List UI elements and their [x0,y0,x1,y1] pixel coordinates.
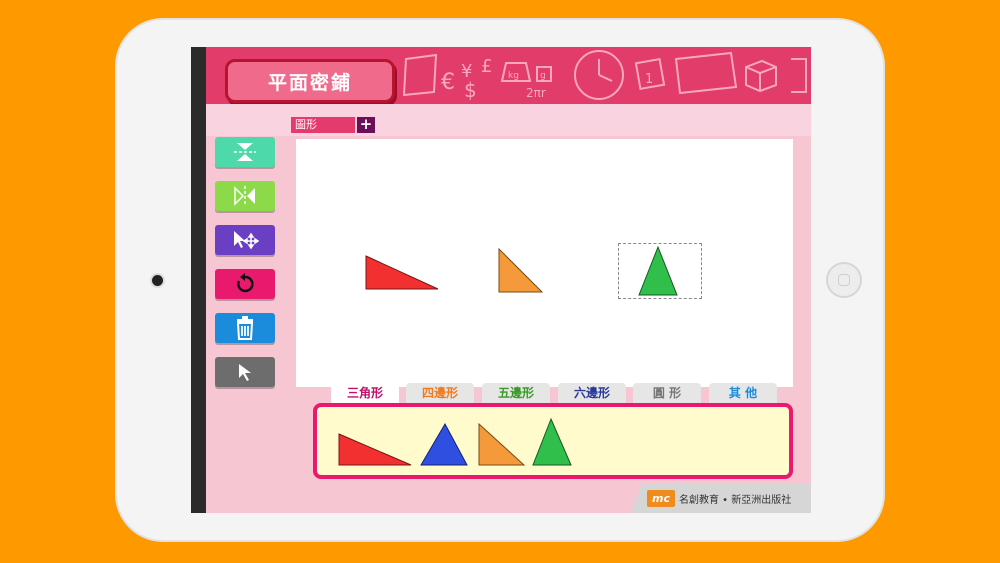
tab-pentagon[interactable]: 五邊形 [482,383,550,403]
palette-blue-triangle[interactable] [420,422,468,466]
trash-icon [236,316,254,340]
cube-icon [745,59,777,93]
g-label: g [540,71,546,81]
add-button[interactable]: + [357,117,375,133]
selection-box[interactable] [618,243,702,299]
tab-other[interactable]: 其 他 [709,383,777,403]
publisher-logo: mc [647,489,675,507]
header-banner: € ¥ $ £ kg g 2πr 1 平面密鋪 [206,47,811,104]
pointer-arrow-icon [239,364,251,381]
publisher-name: 名創教育 • 新亞洲出版社 [679,494,792,506]
shape-palette [313,403,793,479]
move-button[interactable] [215,225,275,255]
delete-button[interactable] [215,313,275,343]
palette-orange-triangle[interactable] [478,422,526,466]
dollar-icon: $ [464,78,477,102]
kg-label: kg [508,71,519,81]
receipt-icon [402,53,438,97]
camera-icon [152,275,163,286]
canvas-orange-triangle[interactable] [498,247,544,293]
flip-vertical-button[interactable] [215,137,275,167]
left-dark-bar [191,47,206,513]
rotate-button[interactable] [215,269,275,299]
palette-shapes [338,417,572,466]
flip-horizontal-icon [234,186,255,206]
pound-icon: £ [481,56,492,77]
home-button[interactable] [826,262,862,298]
palette-red-triangle[interactable] [338,433,412,466]
rotate-icon [237,273,254,293]
tab-circle[interactable]: 圓 形 [633,383,701,403]
tab-quadrilateral[interactable]: 四邊形 [406,383,474,403]
page-title: 平面密鋪 [225,59,395,103]
euro-icon: € [441,70,455,95]
tab-triangle[interactable]: 三角形 [331,383,399,403]
canvas-shapes [365,245,678,296]
drawing-canvas[interactable] [296,139,793,387]
shape-tag[interactable]: 圖形 [291,117,355,133]
app-screen: € ¥ $ £ kg g 2πr 1 平面密鋪 圖形 + 三角形 四邊形 五邊形… [191,47,811,513]
publisher-footer: mc 名創教育 • 新亞洲出版社 [631,483,811,513]
ruler-icon [791,58,807,93]
flip-horizontal-button[interactable] [215,181,275,211]
tab-hexagon[interactable]: 六邊形 [558,383,626,403]
canvas-red-triangle[interactable] [365,255,439,290]
calendar-day-label: 1 [645,72,653,87]
select-button[interactable] [215,357,275,387]
flip-vertical-icon [234,143,256,161]
home-square-icon [838,274,850,286]
move-cursor-icon [234,231,259,250]
palette-green-triangle[interactable] [532,417,572,466]
rectangle-board-icon [674,51,738,95]
circumference-label: 2πr [526,86,546,100]
